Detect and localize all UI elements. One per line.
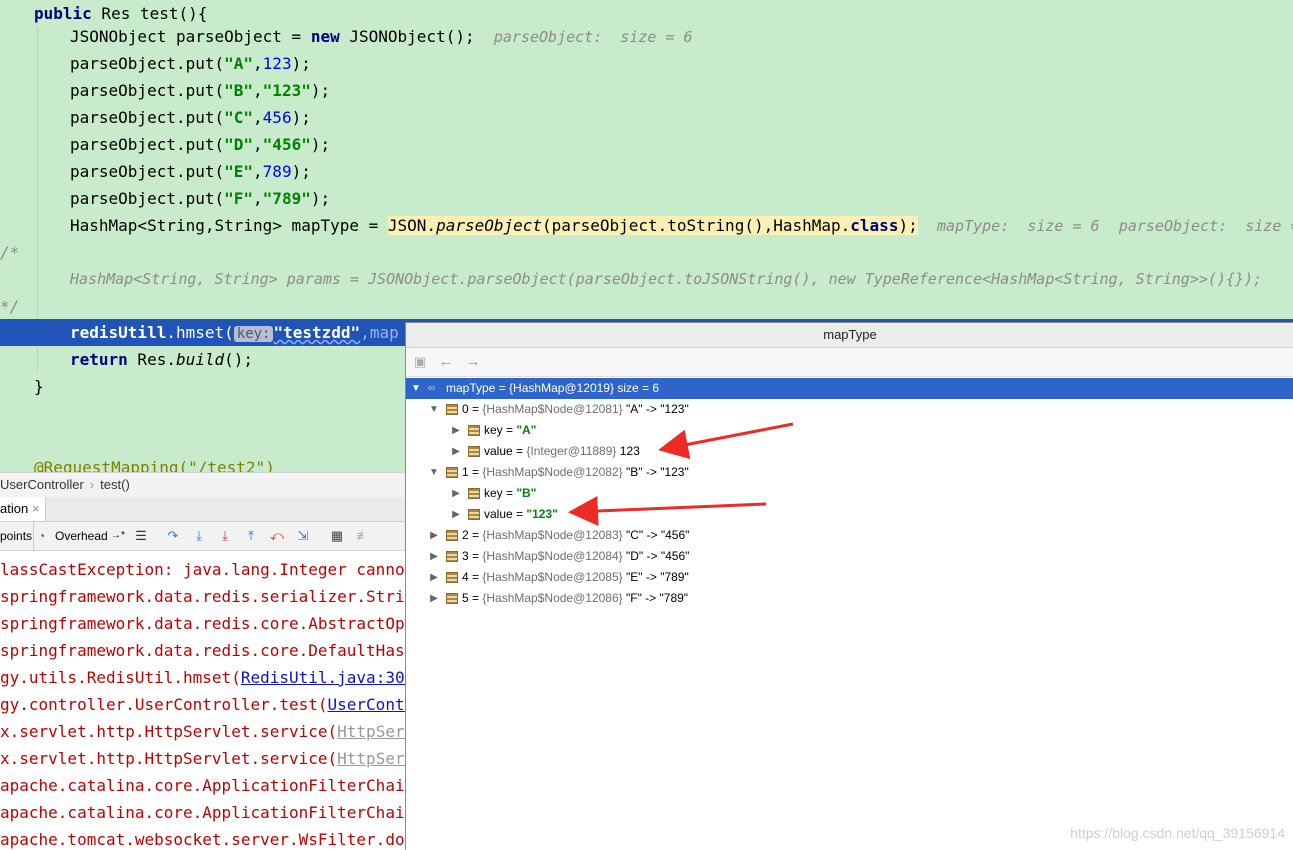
evaluate-expression-icon[interactable]: ▦ bbox=[329, 528, 345, 544]
closing-brace: } bbox=[34, 377, 44, 396]
code-line-put[interactable]: parseObject.put("C",456); bbox=[70, 104, 311, 131]
pin-icon[interactable]: ▣ bbox=[414, 354, 426, 369]
overhead-tab[interactable]: Overhead bbox=[55, 522, 108, 550]
forward-icon[interactable]: → bbox=[466, 353, 481, 370]
chevron-right-icon[interactable]: ▶ bbox=[428, 567, 440, 588]
console-line: apache.catalina.core.ApplicationFilterCh… bbox=[0, 776, 405, 795]
console-output[interactable]: lassCastException: java.lang.Integer can… bbox=[0, 551, 405, 849]
breadcrumb-class[interactable]: UserController bbox=[0, 477, 84, 492]
comment-open: /* bbox=[0, 243, 20, 262]
breakpoints-tab[interactable]: points bbox=[0, 522, 32, 550]
field-icon bbox=[468, 425, 480, 436]
field-icon bbox=[446, 467, 458, 478]
tree-row[interactable]: ▼ 0 = {HashMap$Node@12081} "A" -> "123" bbox=[406, 399, 1293, 420]
code-line-hmset[interactable]: redisUtill.hmset(key: "testzdd",map bbox=[70, 319, 399, 346]
field-icon bbox=[446, 530, 458, 541]
field-icon bbox=[446, 593, 458, 604]
popup-title: mapType bbox=[406, 323, 1293, 348]
code-line-new-jsonobject[interactable]: JSONObject parseObject = new JSONObject(… bbox=[70, 23, 693, 50]
debug-tab-bar: ation × bbox=[0, 497, 405, 522]
breadcrumb-method[interactable]: test() bbox=[100, 477, 130, 492]
step-into-icon[interactable]: ⤓ bbox=[191, 528, 207, 544]
code-line-put[interactable]: parseObject.put("D","456"); bbox=[70, 131, 330, 158]
drop-frame-icon[interactable]: ⤺ bbox=[269, 528, 285, 544]
console-line: lassCastException: java.lang.Integer can… bbox=[0, 560, 405, 579]
field-icon bbox=[446, 404, 458, 415]
comment-close: */ bbox=[0, 297, 20, 316]
trace-icon[interactable]: ≢ bbox=[355, 528, 371, 544]
field-icon bbox=[468, 509, 480, 520]
breadcrumb-separator: › bbox=[89, 477, 95, 492]
chevron-down-icon[interactable]: ▼ bbox=[428, 462, 440, 483]
back-icon[interactable]: ← bbox=[438, 353, 453, 370]
run-to-cursor-icon[interactable]: ⇲ bbox=[295, 528, 311, 544]
chevron-right-icon[interactable]: ▶ bbox=[450, 420, 462, 441]
tree-row[interactable]: ▶ key = "B" bbox=[406, 483, 1293, 504]
force-step-into-icon[interactable]: ⤓ bbox=[217, 528, 233, 544]
gauge-icon: ◔ bbox=[38, 529, 46, 543]
console-line: springframework.data.redis.core.DefaultH… bbox=[0, 641, 405, 660]
tree-row[interactable]: ▶ value = {Integer@11889} 123 bbox=[406, 441, 1293, 462]
chevron-down-icon[interactable]: ▼ bbox=[410, 378, 422, 399]
breadcrumb: UserController › test() bbox=[0, 472, 405, 498]
annotation-line[interactable]: @RequestMapping("/test2") bbox=[34, 454, 275, 472]
code-line-put[interactable]: parseObject.put("A",123); bbox=[70, 50, 311, 77]
step-out-icon[interactable]: ⤒ bbox=[243, 528, 259, 544]
console-line: apache.tomcat.websocket.server.WsFilter.… bbox=[0, 830, 405, 849]
tree-row[interactable]: ▼ 1 = {HashMap$Node@12082} "B" -> "123" bbox=[406, 462, 1293, 483]
close-icon[interactable]: × bbox=[32, 501, 40, 516]
code-line-put[interactable]: parseObject.put("F","789"); bbox=[70, 185, 330, 212]
code-line-put[interactable]: parseObject.put("B","123"); bbox=[70, 77, 330, 104]
chevron-right-icon[interactable]: ▶ bbox=[450, 504, 462, 525]
console-line: gy.utils.RedisUtil.hmset(RedisUtil.java:… bbox=[0, 664, 405, 691]
chevron-right-icon[interactable]: ▶ bbox=[428, 525, 440, 546]
field-icon bbox=[446, 572, 458, 583]
field-icon bbox=[446, 551, 458, 562]
tree-row[interactable]: ▶ 4 = {HashMap$Node@12085} "E" -> "789" bbox=[406, 567, 1293, 588]
console-line: springframework.data.redis.core.Abstract… bbox=[0, 614, 405, 633]
console-line: x.servlet.http.HttpServlet.service(HttpS… bbox=[0, 745, 405, 772]
debug-toolbar: points ◔ Overhead →* ☰ ↷ ⤓ ⤓ ⤒ ⤺ ⇲ ▦ ≢ bbox=[0, 522, 405, 551]
inline-debug-hint: mapType: size = 6 bbox=[936, 217, 1100, 235]
inline-debug-hint: parseObject: size = 6 bbox=[1118, 217, 1293, 235]
console-line: springframework.data.redis.serializer.St… bbox=[0, 587, 405, 606]
stack-trace-link[interactable]: RedisUtil.java:307 bbox=[241, 668, 405, 687]
field-icon bbox=[468, 488, 480, 499]
tree-row[interactable]: ▶ value = "123" bbox=[406, 504, 1293, 525]
tree-row[interactable]: ▶ 3 = {HashMap$Node@12084} "D" -> "456" bbox=[406, 546, 1293, 567]
watch-icon: ∞ bbox=[428, 383, 436, 394]
stack-trace-link[interactable]: UserControl bbox=[328, 695, 405, 714]
stack-trace-link[interactable]: HttpServle bbox=[337, 722, 405, 741]
tree-row-root[interactable]: ▼ ∞ mapType = {HashMap@12019} size = 6 bbox=[406, 378, 1293, 399]
chevron-right-icon[interactable]: ▶ bbox=[450, 483, 462, 504]
tab-debug-configuration[interactable]: ation × bbox=[0, 497, 47, 521]
step-over-icon[interactable]: ↷ bbox=[165, 528, 181, 544]
menu-icon[interactable]: ☰ bbox=[133, 528, 149, 544]
tree-row[interactable]: ▶ key = "A" bbox=[406, 420, 1293, 441]
chevron-right-icon[interactable]: ▶ bbox=[428, 588, 440, 609]
console-line: x.servlet.http.HttpServlet.service(HttpS… bbox=[0, 718, 405, 745]
watermark: https://blog.csdn.net/qq_39156914 bbox=[1070, 825, 1285, 841]
tree-row[interactable]: ▶ 5 = {HashMap$Node@12086} "F" -> "789" bbox=[406, 588, 1293, 609]
chevron-down-icon[interactable]: ▼ bbox=[428, 399, 440, 420]
commented-code-line: HashMap<String, String> params = JSONObj… bbox=[70, 270, 1263, 288]
parameter-hint: key: bbox=[233, 326, 274, 342]
inline-debug-hint: parseObject: size = 6 bbox=[493, 28, 693, 46]
tree-row[interactable]: ▶ 2 = {HashMap$Node@12083} "C" -> "456" bbox=[406, 525, 1293, 546]
variable-inspector-popup[interactable]: mapType ▣ ← → ▼ ∞ mapType = {HashMap@120… bbox=[405, 322, 1293, 850]
stack-trace-link[interactable]: HttpServle bbox=[337, 749, 405, 768]
code-line-put[interactable]: parseObject.put("E",789); bbox=[70, 158, 311, 185]
console-line: apache.catalina.core.ApplicationFilterCh… bbox=[0, 803, 405, 822]
code-line-return[interactable]: return Res.build(); bbox=[70, 346, 253, 373]
code-line-parse-object[interactable]: HashMap<String,String> mapType = JSON.pa… bbox=[70, 212, 1293, 239]
chevron-right-icon[interactable]: ▶ bbox=[450, 441, 462, 462]
field-icon bbox=[468, 446, 480, 457]
chevron-right-icon[interactable]: ▶ bbox=[428, 546, 440, 567]
popup-toolbar: ▣ ← → bbox=[406, 348, 1293, 377]
console-line: gy.controller.UserController.test(UserCo… bbox=[0, 691, 405, 718]
